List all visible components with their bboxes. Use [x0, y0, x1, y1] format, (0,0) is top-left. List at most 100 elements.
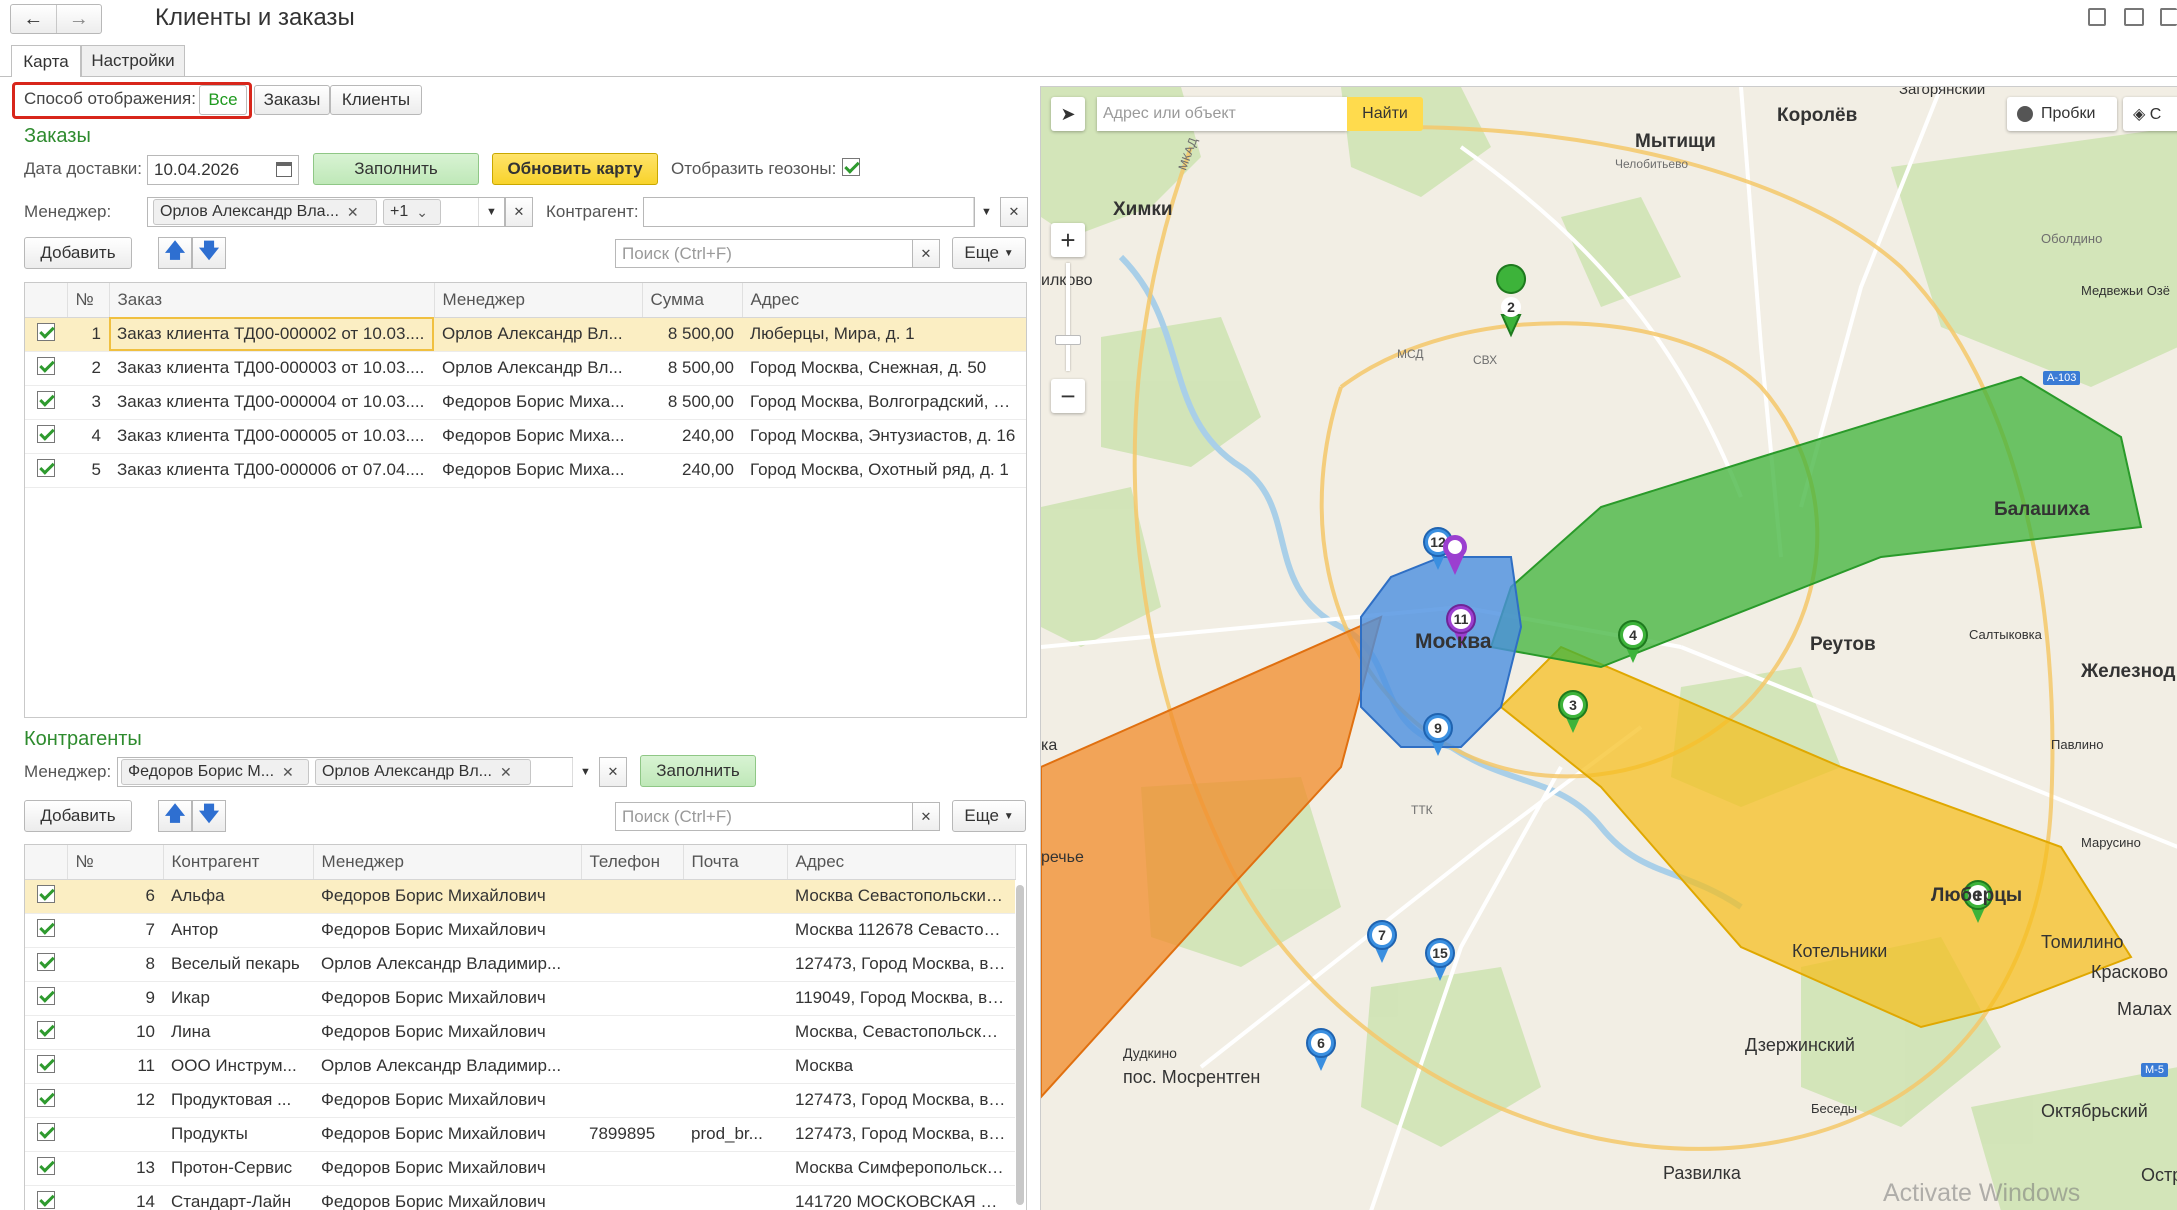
more-icon[interactable]: [2160, 8, 2177, 26]
tab-settings[interactable]: Настройки: [81, 45, 185, 76]
map-locate-button[interactable]: ➤: [1051, 97, 1085, 131]
refresh-map-button[interactable]: Обновить карту: [492, 153, 658, 185]
map-zoom-handle[interactable]: [1055, 335, 1081, 345]
dropdown-icon[interactable]: ▼: [973, 198, 999, 226]
table-row[interactable]: 12 Продуктовая ... Федоров Борис Михайло…: [25, 1083, 1015, 1118]
row-checkbox[interactable]: [25, 1049, 67, 1084]
cp-col-name[interactable]: Контрагент: [163, 845, 314, 880]
move-down-button[interactable]: 🡇: [192, 237, 226, 269]
counterparty-input[interactable]: [643, 197, 975, 227]
table-row[interactable]: 4 Заказ клиента ТД00-000005 от 10.03....…: [25, 419, 1026, 454]
cp-manager-chip-1[interactable]: Федоров Борис М... ✕: [121, 759, 309, 785]
map-view[interactable]: 2 4 3 1 12 11 9 7 15 6 Королёв Мытищи Хи…: [1040, 86, 2177, 1210]
calendar-icon[interactable]: [276, 162, 292, 177]
back-arrow-icon[interactable]: ←: [11, 5, 57, 33]
orders-col-address[interactable]: Адрес: [742, 283, 1026, 318]
row-checkbox[interactable]: [25, 947, 67, 982]
orders-add-button[interactable]: Добавить: [24, 237, 132, 269]
dropdown-icon[interactable]: ▼: [478, 198, 504, 226]
cp-move-down-button[interactable]: 🡇: [192, 800, 226, 832]
map-label-khimki: Химки: [1113, 199, 1173, 220]
tab-map[interactable]: Карта: [11, 45, 81, 77]
cp-manager-clear-button[interactable]: ✕: [599, 757, 627, 787]
row-checkbox[interactable]: [25, 453, 67, 488]
orders-col-order[interactable]: Заказ: [109, 283, 435, 318]
table-row[interactable]: 2 Заказ клиента ТД00-000003 от 10.03....…: [25, 351, 1026, 386]
orders-manager-more-chip[interactable]: +1 ⌄: [383, 199, 441, 225]
counterparty-clear-button[interactable]: ✕: [1000, 197, 1028, 227]
row-manager: Федоров Борис Михайлович: [313, 981, 581, 1016]
display-mode-all[interactable]: Все: [199, 85, 247, 115]
cp-fill-button[interactable]: Заполнить: [640, 755, 756, 787]
orders-more-button[interactable]: Еще ▼: [952, 237, 1026, 269]
orders-manager-clear-button[interactable]: ✕: [505, 197, 533, 227]
row-checkbox[interactable]: [25, 351, 67, 386]
map-search-input[interactable]: Адрес или объект: [1097, 97, 1347, 131]
table-row[interactable]: 6 Альфа Федоров Борис Михайлович Москва …: [25, 879, 1015, 914]
table-row[interactable]: 13 Протон-Сервис Федоров Борис Михайлови…: [25, 1151, 1015, 1186]
orders-search-clear-button[interactable]: ✕: [912, 239, 940, 268]
map-layers-button[interactable]: ◈ С: [2123, 97, 2177, 131]
save-icon[interactable]: [2088, 8, 2106, 26]
table-row[interactable]: 5 Заказ клиента ТД00-000006 от 07.04....…: [25, 453, 1026, 488]
dropdown-icon[interactable]: ▼: [572, 758, 598, 786]
display-mode-clients[interactable]: Клиенты: [330, 85, 422, 115]
cp-table-scrollbar[interactable]: [1016, 885, 1024, 1205]
table-row[interactable]: Продукты Федоров Борис Михайлович 789989…: [25, 1117, 1015, 1152]
orders-search-input[interactable]: Поиск (Ctrl+F): [615, 239, 917, 268]
map-zoom-in-button[interactable]: +: [1051, 223, 1085, 257]
row-checkbox[interactable]: [25, 1185, 67, 1210]
map-traffic-button[interactable]: Пробки: [2007, 97, 2117, 131]
row-checkbox[interactable]: [25, 317, 67, 352]
row-checkbox[interactable]: [25, 913, 67, 948]
close-icon[interactable]: ✕: [347, 204, 359, 221]
windows-watermark: Activate Windows: [1883, 1179, 2081, 1207]
map-canvas[interactable]: 2 4 3 1 12 11 9 7 15 6: [1041, 87, 2177, 1210]
cp-col-email[interactable]: Почта: [683, 845, 788, 880]
table-row[interactable]: 11 ООО Инструм... Орлов Александр Владим…: [25, 1049, 1015, 1084]
close-icon[interactable]: ✕: [282, 764, 294, 781]
row-phone: [581, 947, 683, 982]
show-geozones-checkbox[interactable]: [842, 158, 860, 181]
table-row[interactable]: 7 Антор Федоров Борис Михайлович Москва …: [25, 913, 1015, 948]
orders-col-n[interactable]: №: [67, 283, 110, 318]
row-checkbox[interactable]: [25, 1083, 67, 1118]
row-number: 5: [67, 453, 109, 488]
cp-col-manager[interactable]: Менеджер: [313, 845, 582, 880]
table-row[interactable]: 1 Заказ клиента ТД00-000002 от 10.03....…: [25, 317, 1026, 352]
cp-col-phone[interactable]: Телефон: [581, 845, 684, 880]
row-checkbox[interactable]: [25, 1151, 67, 1186]
map-zoom-slider[interactable]: [1066, 263, 1070, 371]
table-row[interactable]: 14 Стандарт-Лайн Федоров Борис Михайлови…: [25, 1185, 1015, 1210]
cp-col-address[interactable]: Адрес: [787, 845, 1016, 880]
cp-col-n[interactable]: №: [67, 845, 164, 880]
row-checkbox[interactable]: [25, 1117, 67, 1152]
forward-arrow-icon[interactable]: →: [57, 5, 102, 33]
table-row[interactable]: 8 Веселый пекарь Орлов Александр Владими…: [25, 947, 1015, 982]
close-icon[interactable]: ✕: [500, 764, 512, 781]
map-zoom-out-button[interactable]: −: [1051, 379, 1085, 413]
cp-manager-chip-2[interactable]: Орлов Александр Вл... ✕: [315, 759, 531, 785]
orders-manager-chip[interactable]: Орлов Александр Вла... ✕: [153, 199, 377, 225]
cp-more-label: Еще: [964, 806, 999, 825]
table-row[interactable]: 9 Икар Федоров Борис Михайлович 119049, …: [25, 981, 1015, 1016]
cp-search-input[interactable]: Поиск (Ctrl+F): [615, 802, 917, 831]
row-checkbox[interactable]: [25, 879, 67, 914]
orders-col-manager[interactable]: Менеджер: [434, 283, 643, 318]
cp-more-button[interactable]: Еще ▼: [952, 800, 1026, 832]
move-up-button[interactable]: 🡅: [158, 237, 192, 269]
row-checkbox[interactable]: [25, 1015, 67, 1050]
row-checkbox[interactable]: [25, 385, 67, 420]
print-icon[interactable]: [2124, 8, 2144, 26]
table-row[interactable]: 3 Заказ клиента ТД00-000004 от 10.03....…: [25, 385, 1026, 420]
orders-col-sum[interactable]: Сумма: [642, 283, 743, 318]
orders-fill-button[interactable]: Заполнить: [313, 153, 479, 185]
row-checkbox[interactable]: [25, 981, 67, 1016]
table-row[interactable]: 10 Лина Федоров Борис Михайлович Москва,…: [25, 1015, 1015, 1050]
row-checkbox[interactable]: [25, 419, 67, 454]
display-mode-orders[interactable]: Заказы: [254, 85, 330, 115]
cp-search-clear-button[interactable]: ✕: [912, 802, 940, 831]
map-find-button[interactable]: Найти: [1347, 97, 1423, 131]
cp-add-button[interactable]: Добавить: [24, 800, 132, 832]
cp-move-up-button[interactable]: 🡅: [158, 800, 192, 832]
